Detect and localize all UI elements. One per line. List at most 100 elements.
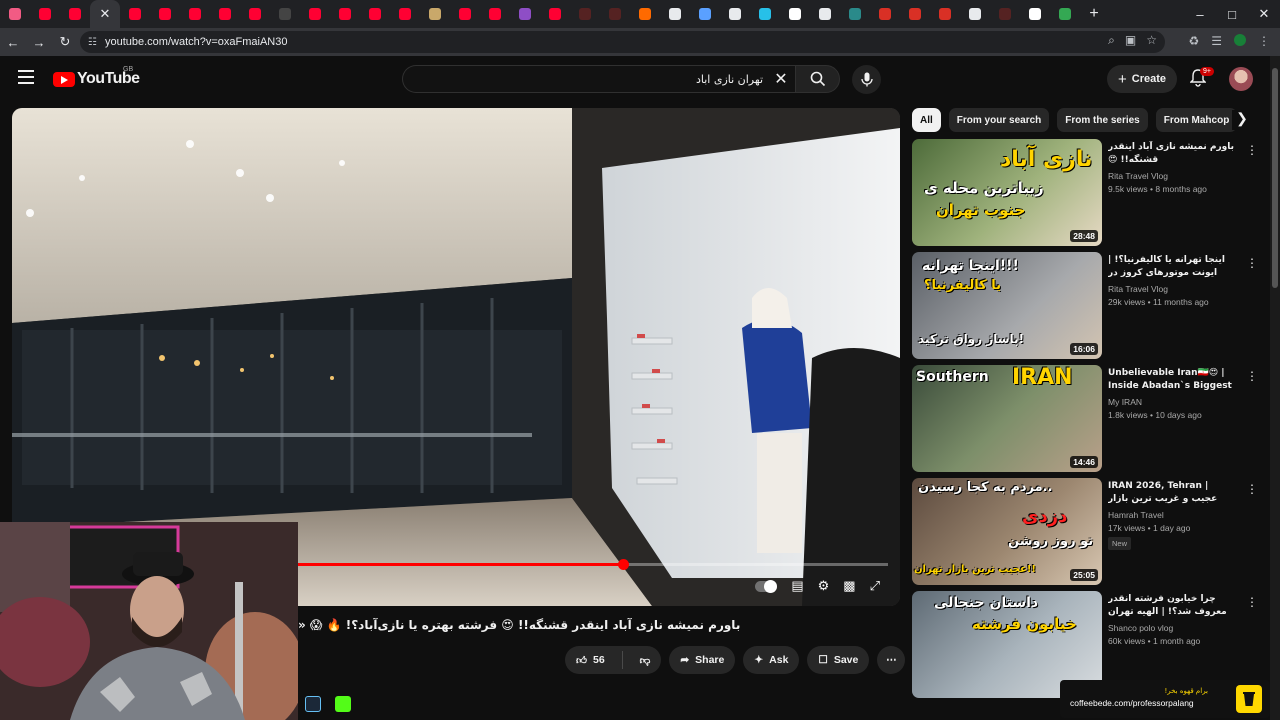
recommended-video-title[interactable]: چرا خیابون فرشته انقدر معروف شد؟! | الهی… xyxy=(1108,593,1236,618)
browser-tab[interactable] xyxy=(960,0,990,28)
browser-tab[interactable] xyxy=(60,0,90,28)
settings-gear-icon[interactable]: ⚙ xyxy=(818,578,830,594)
channel-name[interactable]: Shanco polo vlog xyxy=(1108,623,1236,633)
browser-tab[interactable] xyxy=(900,0,930,28)
recommended-video-title[interactable]: اینجا تهرانه یا کالیفرنیا؟! | ایونت موتو… xyxy=(1108,254,1236,279)
bookmark-star-icon[interactable]: ☆ xyxy=(1146,33,1157,48)
forward-icon[interactable]: → xyxy=(26,35,52,50)
minimize-button[interactable]: – xyxy=(1184,0,1216,28)
tab-close-icon[interactable]: ✕ xyxy=(100,6,111,22)
more-vertical-icon[interactable]: ⋮ xyxy=(1246,482,1258,496)
more-actions-button[interactable]: ⋯ xyxy=(877,646,906,674)
channel-name[interactable]: Hamrah Travel xyxy=(1108,510,1236,520)
browser-tab[interactable] xyxy=(30,0,60,28)
zoom-icon[interactable]: ⌕ xyxy=(1108,33,1115,48)
browser-tab[interactable] xyxy=(270,0,300,28)
scrollbar-thumb[interactable] xyxy=(1272,68,1278,288)
more-vertical-icon[interactable]: ⋮ xyxy=(1246,595,1258,609)
browser-tab[interactable] xyxy=(600,0,630,28)
more-vertical-icon[interactable]: ⋮ xyxy=(1246,256,1258,270)
browser-tab[interactable] xyxy=(450,0,480,28)
profile-icon[interactable] xyxy=(1234,34,1246,46)
browser-tab[interactable] xyxy=(630,0,660,28)
cast-icon[interactable]: ▣ xyxy=(1125,33,1136,48)
browser-tab[interactable] xyxy=(540,0,570,28)
browser-tab[interactable] xyxy=(150,0,180,28)
fullscreen-icon[interactable]: ⤢ xyxy=(870,578,880,594)
browser-tab[interactable]: ✕ xyxy=(90,0,120,28)
filter-chip[interactable]: All xyxy=(912,108,941,132)
browser-tab[interactable] xyxy=(750,0,780,28)
browser-tab[interactable] xyxy=(180,0,210,28)
miniplayer-icon[interactable]: ▩ xyxy=(843,578,855,594)
share-button[interactable]: ➦ Share xyxy=(669,646,736,674)
recommended-video-title[interactable]: IRAN 2026, Tehran | عجیب و غریب ترین باز… xyxy=(1108,480,1236,505)
filter-chip[interactable]: From Mahcop xyxy=(1155,108,1238,132)
recommended-video[interactable]: مردم به کجا رسیدن.. دزدی تو روز روشن عجیب ت… xyxy=(912,478,1258,586)
search-input[interactable] xyxy=(403,66,763,92)
ask-button[interactable]: ✦ Ask xyxy=(743,646,800,674)
search-button[interactable] xyxy=(795,65,840,93)
new-tab-button[interactable]: + xyxy=(1080,5,1108,23)
recommended-video-title[interactable]: Unbelievable Iran🇮🇷😍 | Inside Abadan`s B… xyxy=(1108,367,1236,392)
reload-icon[interactable]: ↻ xyxy=(52,34,78,50)
browser-tab[interactable] xyxy=(240,0,270,28)
recommended-video[interactable]: اینجا تهرانه!!! یا کالیفرنیا؟ پاساژ رواق ت… xyxy=(912,252,1258,360)
filter-chip[interactable]: From the series xyxy=(1057,108,1148,132)
create-button[interactable]: + Create xyxy=(1107,65,1177,93)
browser-tab[interactable] xyxy=(690,0,720,28)
close-window-button[interactable]: ✕ xyxy=(1248,0,1280,28)
browser-tab[interactable] xyxy=(120,0,150,28)
browser-tab[interactable] xyxy=(780,0,810,28)
video-thumbnail[interactable]: اینجا تهرانه!!! یا کالیفرنیا؟ پاساژ رواق ت… xyxy=(912,252,1102,359)
channel-name[interactable]: Rita Travel Vlog xyxy=(1108,171,1236,181)
channel-name[interactable]: Rita Travel Vlog xyxy=(1108,284,1236,294)
browser-tab[interactable] xyxy=(1020,0,1050,28)
browser-tab[interactable] xyxy=(390,0,420,28)
dislike-button[interactable]: 👎︎ xyxy=(629,646,662,674)
browser-tab[interactable] xyxy=(420,0,450,28)
browser-tab[interactable] xyxy=(360,0,390,28)
browser-tab[interactable] xyxy=(720,0,750,28)
browser-tab[interactable] xyxy=(330,0,360,28)
page-scrollbar[interactable] xyxy=(1270,56,1280,720)
video-thumbnail[interactable]: Southern IRAN 14:46 xyxy=(912,365,1102,472)
browser-tab[interactable] xyxy=(840,0,870,28)
browser-tab[interactable] xyxy=(210,0,240,28)
browser-tab[interactable] xyxy=(990,0,1020,28)
clear-search-icon[interactable]: ✕ xyxy=(771,69,791,89)
browser-tab[interactable] xyxy=(930,0,960,28)
more-vertical-icon[interactable]: ⋮ xyxy=(1246,369,1258,383)
subtitles-icon[interactable]: ▤ xyxy=(791,578,803,594)
channel-name[interactable]: My IRAN xyxy=(1108,397,1236,407)
video-thumbnail[interactable]: نازی آباد زیباترین محله ی جنوب تهران 28:48 xyxy=(912,139,1102,246)
video-thumbnail[interactable]: مردم به کجا رسیدن.. دزدی تو روز روشن عجیب ت… xyxy=(912,478,1102,585)
browser-tab[interactable] xyxy=(1050,0,1080,28)
browser-tab[interactable] xyxy=(870,0,900,28)
address-bar[interactable]: ☷ youtube.com/watch?v=oxaFmaiAN30 ⌕ ▣ ☆ xyxy=(80,31,1165,53)
save-button[interactable]: ☐ Save xyxy=(807,646,870,674)
maximize-button[interactable]: □ xyxy=(1216,0,1248,28)
site-info-icon[interactable]: ☷ xyxy=(88,37,97,48)
like-button[interactable]: 👍︎ 56 xyxy=(565,646,616,674)
browser-tab[interactable] xyxy=(0,0,30,28)
progress-scrubber[interactable] xyxy=(617,559,629,570)
voice-search-button[interactable] xyxy=(852,65,881,94)
recommended-video[interactable]: Southern IRAN 14:46 Unbelievable Iran🇮🇷😍 | … xyxy=(912,365,1258,473)
filter-chip[interactable]: From your search xyxy=(948,108,1050,132)
tab-search-icon[interactable]: ☰ xyxy=(1211,34,1222,48)
autoplay-toggle-icon[interactable] xyxy=(755,579,778,593)
back-icon[interactable]: ← xyxy=(0,35,26,50)
browser-tab[interactable] xyxy=(480,0,510,28)
browser-tab[interactable] xyxy=(300,0,330,28)
more-vertical-icon[interactable]: ⋮ xyxy=(1246,143,1258,157)
recommended-video-title[interactable]: باورم نمیشه نازی آباد اینقدر قشنگه!! 😍 xyxy=(1108,141,1236,166)
browser-tab[interactable] xyxy=(660,0,690,28)
browser-menu-icon[interactable]: ⋮ xyxy=(1258,34,1270,48)
browser-tab[interactable] xyxy=(570,0,600,28)
recommended-video[interactable]: نازی آباد زیباترین محله ی جنوب تهران 28:48 ب… xyxy=(912,139,1258,247)
extensions-icon[interactable]: ♻ xyxy=(1188,34,1199,48)
account-avatar[interactable] xyxy=(1229,67,1253,91)
browser-tab[interactable] xyxy=(510,0,540,28)
chevron-right-icon[interactable]: ❯ xyxy=(1232,110,1252,130)
